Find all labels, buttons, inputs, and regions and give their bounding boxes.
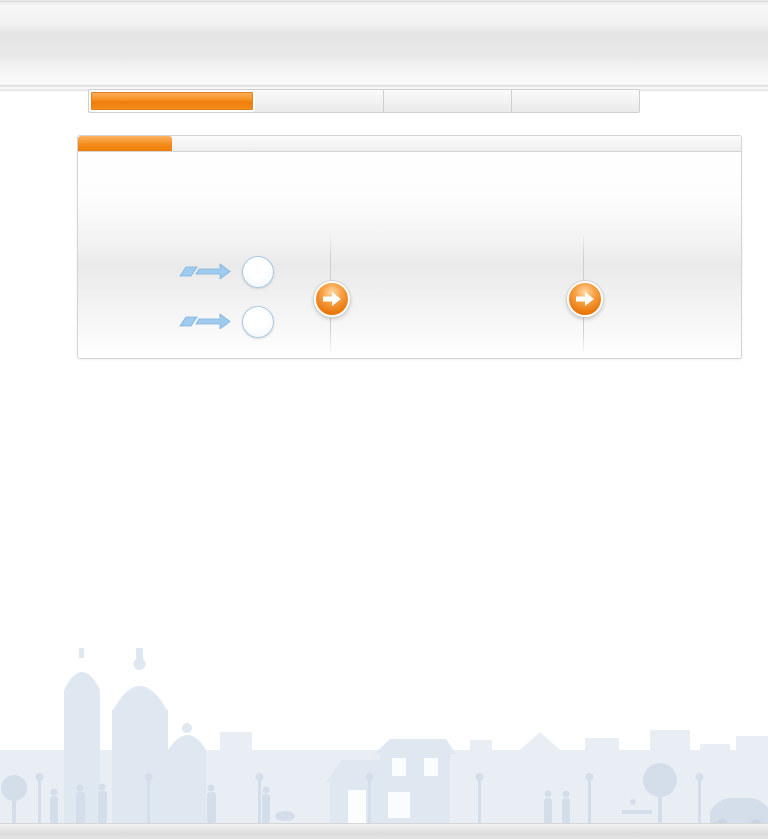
nav-tab-1[interactable] bbox=[89, 90, 255, 112]
input-circle-2[interactable] bbox=[242, 306, 274, 338]
top-nav bbox=[88, 89, 640, 113]
panel-tabbar bbox=[78, 136, 741, 152]
go-button-1[interactable] bbox=[314, 281, 350, 317]
nav-tab-2[interactable] bbox=[255, 90, 384, 112]
header-rule bbox=[0, 1, 768, 2]
main-panel bbox=[77, 135, 742, 359]
nav-tab-4[interactable] bbox=[512, 90, 637, 112]
input-row-2 bbox=[178, 306, 298, 340]
double-arrow-right-icon bbox=[179, 313, 231, 329]
double-arrow-right-icon bbox=[179, 263, 231, 279]
header-bar bbox=[0, 0, 768, 92]
city-skyline-illustration bbox=[0, 648, 768, 826]
panel-tab-active[interactable] bbox=[78, 136, 172, 151]
input-circle-1[interactable] bbox=[242, 256, 274, 288]
arrow-right-icon bbox=[323, 292, 341, 306]
go-button-2[interactable] bbox=[567, 281, 603, 317]
footer-bar bbox=[0, 823, 768, 839]
input-row-1 bbox=[178, 256, 298, 290]
nav-tab-3[interactable] bbox=[384, 90, 512, 112]
page bbox=[0, 0, 768, 839]
arrow-right-icon bbox=[576, 292, 594, 306]
